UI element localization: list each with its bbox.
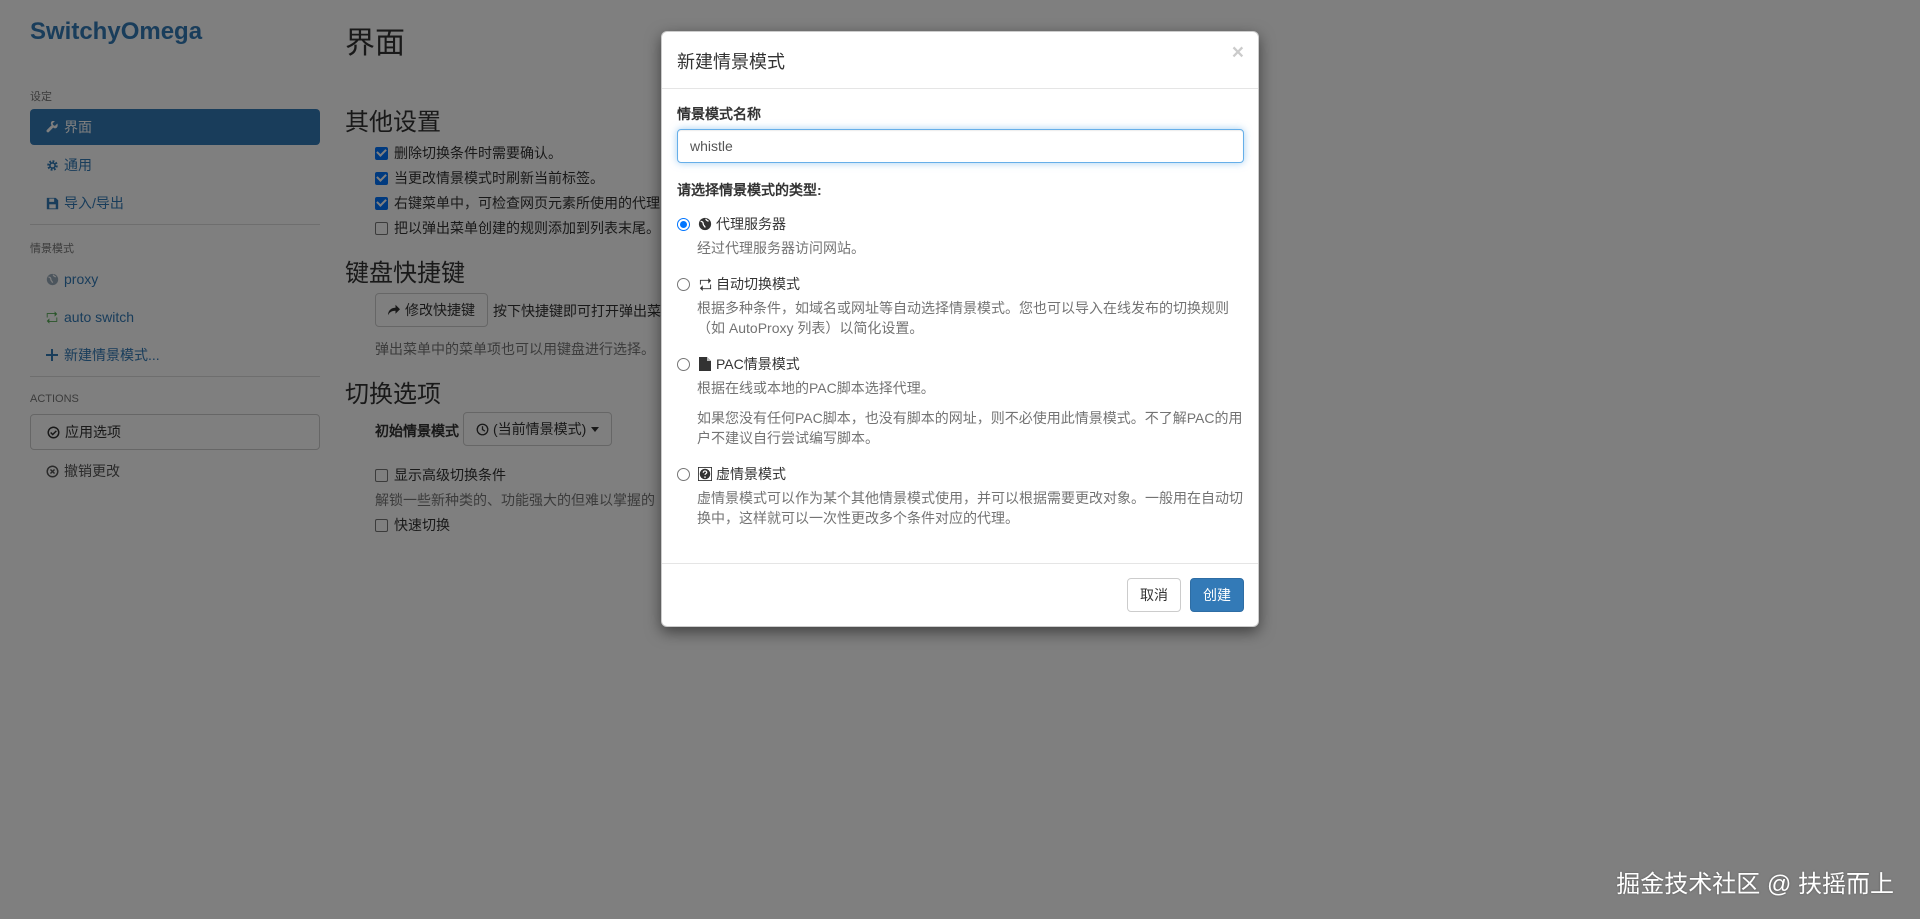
close-icon[interactable]: × — [1232, 42, 1244, 63]
radio-button[interactable] — [677, 357, 690, 371]
radio-button[interactable] — [677, 277, 690, 291]
retweet-icon — [697, 276, 713, 292]
create-button[interactable]: 创建 — [1190, 578, 1244, 612]
cancel-button[interactable]: 取消 — [1127, 578, 1181, 612]
question-globe-icon — [697, 466, 713, 482]
profile-name-input[interactable] — [677, 129, 1244, 163]
modal-header: 新建情景模式 × — [662, 32, 1258, 89]
type-desc: 经过代理服务器访问网站。 — [697, 240, 865, 256]
modal-title: 新建情景模式 — [677, 52, 785, 72]
type-label: 虚情景模式 — [716, 466, 786, 482]
type-desc: 如果您没有任何PAC脚本，也没有脚本的网址，则不必使用此情景模式。不了解PAC的… — [697, 410, 1243, 446]
watermark: 掘金技术社区 @ 扶摇而上 — [1616, 871, 1894, 898]
type-option-auto-switch[interactable]: 自动切换模式 — [677, 274, 800, 294]
profile-name-label: 情景模式名称 — [677, 106, 761, 122]
type-label: 代理服务器 — [716, 216, 786, 232]
type-option-proxy[interactable]: 代理服务器 — [677, 214, 786, 234]
modal-footer — [662, 563, 1258, 564]
profile-type-label: 请选择情景模式的类型: — [677, 182, 822, 198]
radio-button[interactable] — [677, 467, 690, 481]
type-desc: 根据在线或本地的PAC脚本选择代理。 — [697, 380, 935, 396]
file-icon — [697, 356, 713, 372]
globe-icon — [697, 216, 713, 232]
type-label: 自动切换模式 — [716, 276, 800, 292]
type-label: PAC情景模式 — [716, 356, 800, 372]
type-desc: 根据多种条件，如域名或网址等自动选择情景模式。您也可以导入在线发布的切换规则（如… — [697, 300, 1229, 336]
type-option-virtual[interactable]: 虚情景模式 — [677, 464, 786, 484]
new-profile-dialog: 新建情景模式 × 情景模式名称 请选择情景模式的类型: 代理服务器 经过代理服务… — [661, 31, 1259, 627]
radio-button[interactable] — [677, 217, 690, 231]
type-desc: 虚情景模式可以作为某个其他情景模式使用，并可以根据需要更改对象。一般用在自动切换… — [697, 490, 1243, 526]
type-option-pac[interactable]: PAC情景模式 — [677, 354, 800, 374]
